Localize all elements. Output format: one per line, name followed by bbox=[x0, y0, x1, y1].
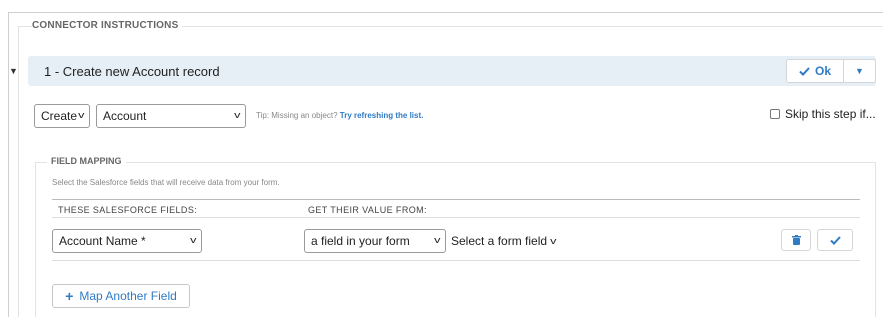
trash-icon bbox=[791, 235, 801, 245]
refresh-list-link[interactable]: Try refreshing the list. bbox=[340, 111, 424, 120]
ok-button[interactable]: Ok bbox=[787, 60, 843, 82]
skip-step-label: Skip this step if... bbox=[785, 107, 876, 121]
section-legend: CONNECTOR INSTRUCTIONS bbox=[32, 20, 183, 31]
ok-dropdown-toggle[interactable]: ▼ bbox=[843, 60, 875, 82]
object-select[interactable]: Account v bbox=[96, 104, 246, 128]
field-mapping-legend: FIELD MAPPING bbox=[47, 156, 126, 166]
plus-icon: + bbox=[65, 288, 74, 304]
skip-step-checkbox[interactable] bbox=[770, 109, 780, 119]
step-title: 1 - Create new Account record bbox=[44, 64, 220, 79]
outer-frame-left bbox=[8, 12, 9, 317]
chevron-down-icon: v bbox=[550, 236, 557, 246]
chevron-down-icon: v bbox=[233, 110, 240, 120]
check-icon bbox=[799, 66, 810, 76]
check-icon bbox=[829, 235, 841, 245]
chevron-down-icon: v bbox=[77, 110, 84, 120]
delete-mapping-button[interactable] bbox=[781, 229, 811, 251]
collapse-caret-icon[interactable]: ▼ bbox=[9, 66, 18, 76]
chevron-down-icon: v bbox=[433, 235, 440, 245]
ok-button-group: Ok ▼ bbox=[786, 59, 876, 83]
salesforce-field-value: Account Name * bbox=[59, 234, 146, 248]
outer-frame-top bbox=[8, 12, 883, 13]
value-source-select[interactable]: a field in your form v bbox=[304, 229, 446, 253]
table-row-bottom-border bbox=[52, 260, 860, 261]
ok-label: Ok bbox=[814, 64, 831, 78]
map-another-field-label: Map Another Field bbox=[79, 289, 177, 303]
skip-step-control[interactable]: Skip this step if... bbox=[770, 107, 876, 121]
tip-label: Tip: Missing an object? bbox=[256, 111, 338, 120]
column-header-salesforce-fields: THESE SALESFORCE FIELDS: bbox=[58, 205, 198, 215]
tip-text: Tip: Missing an object? Try refreshing t… bbox=[256, 111, 423, 120]
action-select-value: Create bbox=[41, 109, 78, 123]
caret-down-icon: ▼ bbox=[855, 66, 864, 76]
field-mapping-description: Select the Salesforce fields that will r… bbox=[52, 178, 280, 187]
column-header-value-source: GET THEIR VALUE FROM: bbox=[308, 205, 427, 215]
object-select-value: Account bbox=[103, 109, 147, 123]
action-select[interactable]: Create v bbox=[34, 104, 90, 128]
confirm-mapping-button[interactable] bbox=[817, 229, 853, 251]
value-source-value: a field in your form bbox=[311, 234, 410, 248]
form-field-value: Select a form field bbox=[451, 234, 548, 248]
table-header-bottom-border bbox=[52, 217, 860, 218]
salesforce-field-select[interactable]: Account Name * v bbox=[52, 229, 202, 253]
map-another-field-button[interactable]: + Map Another Field bbox=[52, 284, 190, 308]
form-field-select[interactable]: Select a form field v bbox=[451, 229, 556, 253]
table-header-top-border bbox=[52, 199, 860, 200]
chevron-down-icon: v bbox=[189, 235, 196, 245]
